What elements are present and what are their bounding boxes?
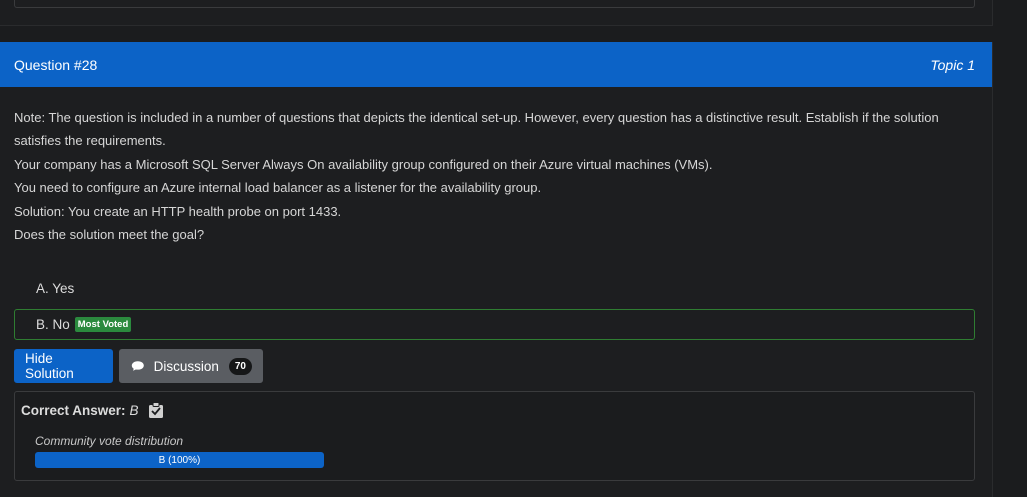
- action-buttons: Hide Solution Discussion 70: [14, 349, 263, 383]
- clipboard-icon[interactable]: [147, 401, 165, 419]
- question-paragraph: Note: The question is included in a numb…: [14, 110, 939, 149]
- previous-card-inner-box: [14, 0, 975, 8]
- correct-answer-line: Correct Answer: B: [21, 401, 165, 419]
- question-body: Note: The question is included in a numb…: [14, 106, 974, 246]
- choice-label: B. No: [36, 317, 70, 332]
- correct-answer-label: Correct Answer:: [21, 402, 126, 418]
- choice-b[interactable]: B. No Most Voted: [14, 309, 975, 340]
- vote-bar-fill-b: B (100%): [35, 452, 324, 468]
- question-header: Question #28 Topic 1: [0, 42, 992, 87]
- choice-a[interactable]: A. Yes: [14, 273, 975, 304]
- question-number: Question #28: [14, 56, 98, 73]
- choice-label: A. Yes: [36, 281, 75, 296]
- answer-choices: A. Yes B. No Most Voted: [14, 273, 975, 340]
- vote-distribution-label: Community vote distribution: [35, 434, 184, 448]
- question-paragraph: You need to configure an Azure internal …: [14, 180, 542, 196]
- hide-solution-button[interactable]: Hide Solution: [14, 349, 113, 383]
- discussion-count-badge: 70: [228, 357, 252, 375]
- answer-panel: Correct Answer: B Community vote distrib…: [14, 391, 975, 481]
- vote-distribution-bar: B (100%): [35, 452, 324, 468]
- correct-answer-value: B: [129, 402, 139, 418]
- hide-solution-label: Hide Solution: [25, 351, 74, 381]
- vote-bar-text: B (100%): [158, 454, 201, 466]
- discussion-label: Discussion: [153, 358, 219, 374]
- question-card: Question #28 Topic 1 Note: The question …: [0, 42, 993, 497]
- topic-label: Topic 1: [930, 56, 975, 73]
- question-paragraph: Solution: You create an HTTP health prob…: [14, 203, 342, 219]
- question-paragraph: Does the solution meet the goal?: [14, 227, 205, 243]
- previous-card-remnant: [0, 0, 993, 26]
- discussion-button[interactable]: Discussion 70: [119, 349, 263, 383]
- most-voted-badge: Most Voted: [74, 317, 132, 332]
- comment-bubble-icon: [131, 361, 144, 371]
- question-paragraph: Your company has a Microsoft SQL Server …: [14, 156, 713, 172]
